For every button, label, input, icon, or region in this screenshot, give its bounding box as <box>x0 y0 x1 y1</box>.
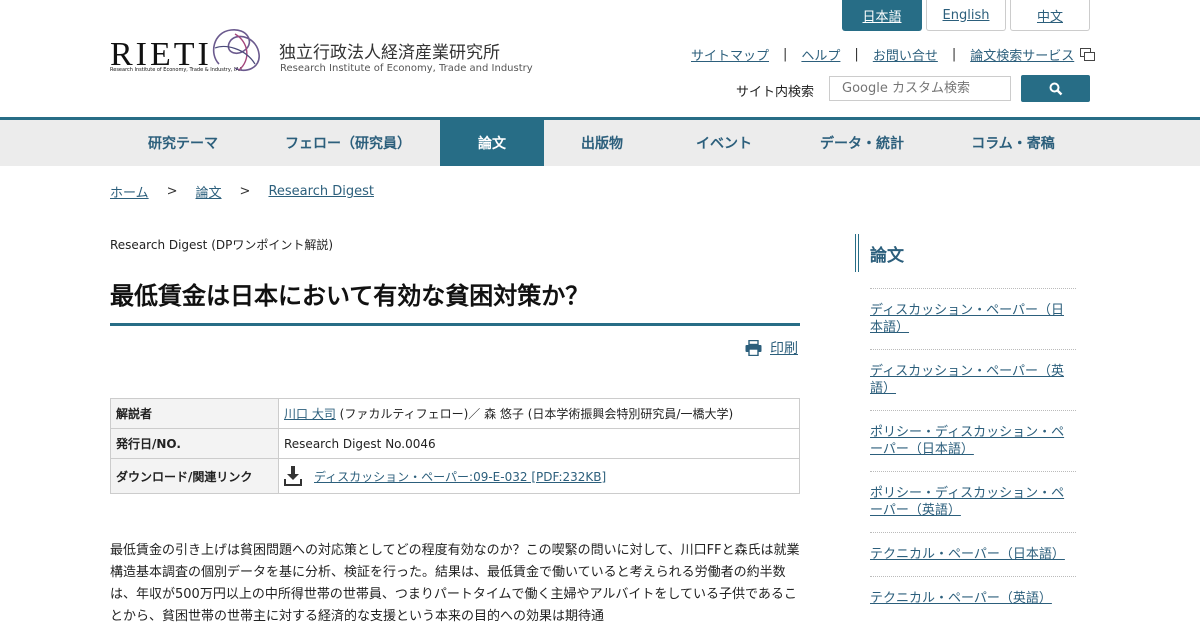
org-name-en: Research Institute of Economy, Trade and… <box>280 63 533 74</box>
sidebar-item-pdp-jp[interactable]: ポリシー・ディスカッション・ペーパー（日本語） <box>870 424 1076 458</box>
breadcrumb: ホーム > 論文 > Research Digest <box>110 182 374 201</box>
print-control: 印刷 <box>745 338 798 358</box>
rieti-logo[interactable]: RIETI Research Institute of Economy, Tra… <box>110 24 260 76</box>
logo-emblem-icon <box>212 29 260 72</box>
table-row: 発行日/NO. Research Digest No.0046 <box>110 428 800 459</box>
nav-papers[interactable]: 論文 <box>440 120 544 166</box>
date-label: 発行日/NO. <box>110 428 279 459</box>
title-divider <box>110 323 800 326</box>
search-button[interactable] <box>1021 75 1090 102</box>
breadcrumb-separator: > <box>166 184 178 199</box>
sidebar-item: ディスカッション・ペーパー（日本語） <box>870 288 1076 349</box>
download-pdf-link[interactable]: ディスカッション・ペーパー:09-E-032 [PDF:232KB] <box>314 468 606 485</box>
util-separator: | <box>951 47 957 62</box>
table-row: 解説者 川口 大司 (ファカルティフェロー)／ 森 悠子 (日本学術振興会特別研… <box>110 398 800 429</box>
lang-chinese[interactable]: 中文 <box>1010 0 1090 31</box>
nav-research-themes[interactable]: 研究テーマ <box>110 120 256 166</box>
sidebar-item: テクニカル・ペーパー（日本語） <box>870 532 1076 576</box>
download-label: ダウンロード/関連リンク <box>110 458 279 494</box>
nav-columns[interactable]: コラム・寄稿 <box>936 120 1090 166</box>
nav-data-statistics[interactable]: データ・統計 <box>788 120 936 166</box>
utility-links: サイトマップ | ヘルプ | お問い合せ | 論文検索サービス <box>691 45 1096 64</box>
article-body: 最低賃金の引き上げは貧困問題への対応策としてどの程度有効なのか？この喫緊の問いに… <box>110 543 800 624</box>
breadcrumb-research-digest[interactable]: Research Digest <box>268 184 374 199</box>
org-name-jp: 独立行政法人経済産業研究所 <box>279 43 500 63</box>
download-cell: ディスカッション・ペーパー:09-E-032 [PDF:232KB] <box>278 458 800 494</box>
sitemap-link[interactable]: サイトマップ <box>691 45 769 64</box>
sidebar-item: ディスカッション・ペーパー（英語） <box>870 349 1076 410</box>
article-info-table: 解説者 川口 大司 (ファカルティフェロー)／ 森 悠子 (日本学術振興会特別研… <box>110 398 800 494</box>
sidebar-list: ディスカッション・ペーパー（日本語） ディスカッション・ペーパー（英語） ポリシ… <box>870 288 1076 620</box>
util-separator: | <box>854 47 859 62</box>
printer-icon[interactable] <box>745 340 762 356</box>
nav-publications[interactable]: 出版物 <box>544 120 660 166</box>
date-value: Research Digest No.0046 <box>278 428 800 459</box>
print-link[interactable]: 印刷 <box>770 338 798 358</box>
sidebar-item: テクニカル・ペーパー（英語） <box>870 576 1076 620</box>
contact-link[interactable]: お問い合せ <box>873 45 938 64</box>
global-nav: 研究テーマ フェロー（研究員） 論文 出版物 イベント データ・統計 コラム・寄… <box>0 117 1200 166</box>
breadcrumb-home[interactable]: ホーム <box>110 182 149 201</box>
sidebar-item-dp-en[interactable]: ディスカッション・ペーパー（英語） <box>870 363 1076 397</box>
breadcrumb-papers[interactable]: 論文 <box>196 182 222 201</box>
sidebar-item: ポリシー・ディスカッション・ペーパー（英語） <box>870 471 1076 532</box>
lang-japanese[interactable]: 日本語 <box>842 0 922 31</box>
util-separator: | <box>783 47 788 62</box>
paper-search-link[interactable]: 論文検索サービス <box>970 45 1074 64</box>
sidebar-heading: 論文 <box>855 234 1075 272</box>
sidebar-item: ポリシー・ディスカッション・ペーパー（日本語） <box>870 410 1076 471</box>
nav-events[interactable]: イベント <box>660 120 788 166</box>
download-icon <box>284 466 302 486</box>
sidebar-item-tp-jp[interactable]: テクニカル・ペーパー（日本語） <box>870 546 1076 563</box>
external-link-icon <box>1080 48 1096 61</box>
page-title: 最低賃金は日本において有効な貧困対策か？ <box>110 282 590 310</box>
commentator-label: 解説者 <box>110 398 279 429</box>
help-link[interactable]: ヘルプ <box>801 45 840 64</box>
commentator-details: (ファカルティフェロー)／ 森 悠子 (日本学術振興会特別研究員/一橋大学) <box>339 407 734 421</box>
site-header: RIETI Research Institute of Economy, Tra… <box>0 0 1200 117</box>
sidebar-item-tp-en[interactable]: テクニカル・ペーパー（英語） <box>870 590 1076 607</box>
table-row: ダウンロード/関連リンク ディスカッション・ペーパー:09-E-032 [PDF… <box>110 458 800 494</box>
article-kicker: Research Digest (DPワンポイント解説) <box>110 238 334 252</box>
sidebar-item-dp-jp[interactable]: ディスカッション・ペーパー（日本語） <box>870 302 1076 336</box>
search-label: サイト内検索 <box>736 85 815 100</box>
commentator-link[interactable]: 川口 大司 <box>284 407 336 421</box>
commentator-cell: 川口 大司 (ファカルティフェロー)／ 森 悠子 (日本学術振興会特別研究員/一… <box>278 398 800 429</box>
nav-fellows[interactable]: フェロー（研究員） <box>256 120 440 166</box>
lang-english[interactable]: English <box>926 0 1006 31</box>
breadcrumb-separator: > <box>239 184 251 199</box>
sidebar-item-pdp-en[interactable]: ポリシー・ディスカッション・ペーパー（英語） <box>870 485 1076 519</box>
site-search-input[interactable] <box>829 76 1011 101</box>
search-icon <box>1049 82 1062 95</box>
